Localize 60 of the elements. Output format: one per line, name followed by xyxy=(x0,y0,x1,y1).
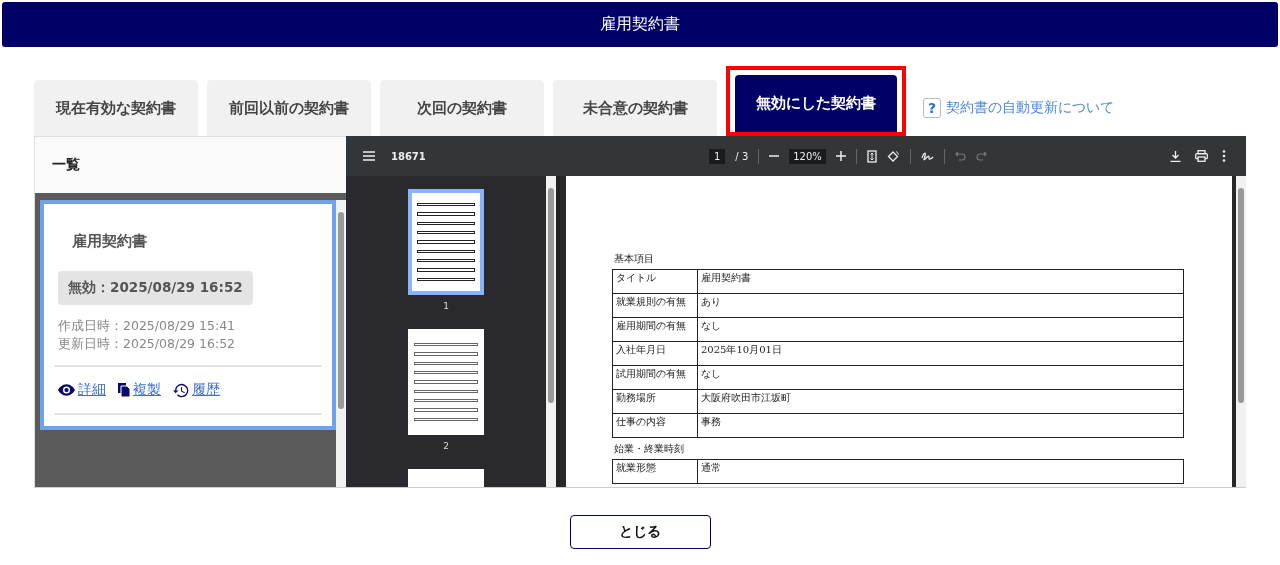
table-cell: あり xyxy=(697,293,1184,318)
contract-card[interactable]: 雇用契約書 無効：2025/08/29 16:52 作成日時：2025/08/29 15:41 更新日時：2025/08/29 16:52 詳細 複製 履歴 xyxy=(40,200,336,430)
section-heading: 始業・終業時刻 xyxy=(614,442,685,456)
close-button[interactable]: とじる xyxy=(569,515,711,549)
more-icon[interactable] xyxy=(1222,150,1226,162)
table-cell: 雇用契約書 xyxy=(697,269,1184,294)
table-cell: 大阪府吹田市江坂町 xyxy=(697,389,1184,414)
download-icon[interactable] xyxy=(1170,150,1181,162)
table-cell: 仕事の内容 xyxy=(612,413,698,438)
action-link[interactable]: 詳細 xyxy=(58,381,106,399)
scrollbar[interactable] xyxy=(1236,176,1246,487)
table-cell: 通常 xyxy=(697,459,1184,484)
table-cell: タイトル xyxy=(612,269,698,294)
print-icon[interactable] xyxy=(1195,150,1208,162)
section-heading: 基本項目 xyxy=(614,252,655,266)
tab[interactable]: 次回の契約書 xyxy=(380,80,544,136)
undo-icon[interactable] xyxy=(954,151,966,161)
tab[interactable]: 現在有効な契約書 xyxy=(34,80,198,136)
table-cell: 2025年10月01日 xyxy=(697,341,1184,366)
page-label: 1 xyxy=(443,301,449,311)
tab[interactable]: 前回以前の契約書 xyxy=(207,80,371,136)
help-link[interactable]: ? 契約書の自動更新について xyxy=(923,98,1114,118)
page-title: 雇用契約書 xyxy=(600,14,680,35)
zoom-field[interactable]: 120% xyxy=(789,148,826,164)
tab[interactable]: 未合意の契約書 xyxy=(553,80,717,136)
fit-page-icon[interactable] xyxy=(866,149,877,163)
action-link[interactable]: 複製 xyxy=(118,381,161,399)
card-title: 雇用契約書 xyxy=(72,232,148,251)
table-cell: 入社年月日 xyxy=(612,341,698,366)
panel-title: 一覧 xyxy=(52,156,80,174)
status-badge: 無効：2025/08/29 16:52 xyxy=(58,271,253,305)
file-name: 18671 xyxy=(391,150,426,162)
history-icon xyxy=(173,382,189,398)
page-label: 2 xyxy=(443,441,449,451)
table-cell: 雇用期間の有無 xyxy=(612,317,698,342)
table-cell: 試用期間の有無 xyxy=(612,365,698,390)
menu-icon[interactable] xyxy=(363,151,375,161)
table-cell: 事務 xyxy=(697,413,1184,438)
signature-icon[interactable] xyxy=(920,150,934,162)
action-link[interactable]: 履歴 xyxy=(173,381,220,399)
page-thumbnail[interactable] xyxy=(408,329,484,435)
rotate-icon[interactable] xyxy=(886,149,900,163)
scrollbar[interactable] xyxy=(546,176,556,487)
zoom-in-icon[interactable] xyxy=(835,151,846,161)
created-date: 作成日時：2025/08/29 15:41 xyxy=(58,317,237,335)
copy-icon xyxy=(118,383,130,397)
page-number-field[interactable]: 1 xyxy=(708,148,726,164)
tab[interactable]: 無効にした契約書 xyxy=(735,75,897,132)
table-cell: なし xyxy=(697,317,1184,342)
help-icon: ? xyxy=(923,98,941,118)
table-cell: 就業形態 xyxy=(612,459,698,484)
redo-icon[interactable] xyxy=(975,151,987,161)
updated-date: 更新日時：2025/08/29 16:52 xyxy=(58,335,237,353)
scrollbar[interactable] xyxy=(336,200,346,487)
page-thumbnail[interactable] xyxy=(408,189,484,295)
table-cell: 就業規則の有無 xyxy=(612,293,698,318)
page-count: / 3 xyxy=(735,150,749,162)
table-cell: なし xyxy=(697,365,1184,390)
eye-icon xyxy=(58,384,75,396)
table-cell: 勤務場所 xyxy=(612,389,698,414)
